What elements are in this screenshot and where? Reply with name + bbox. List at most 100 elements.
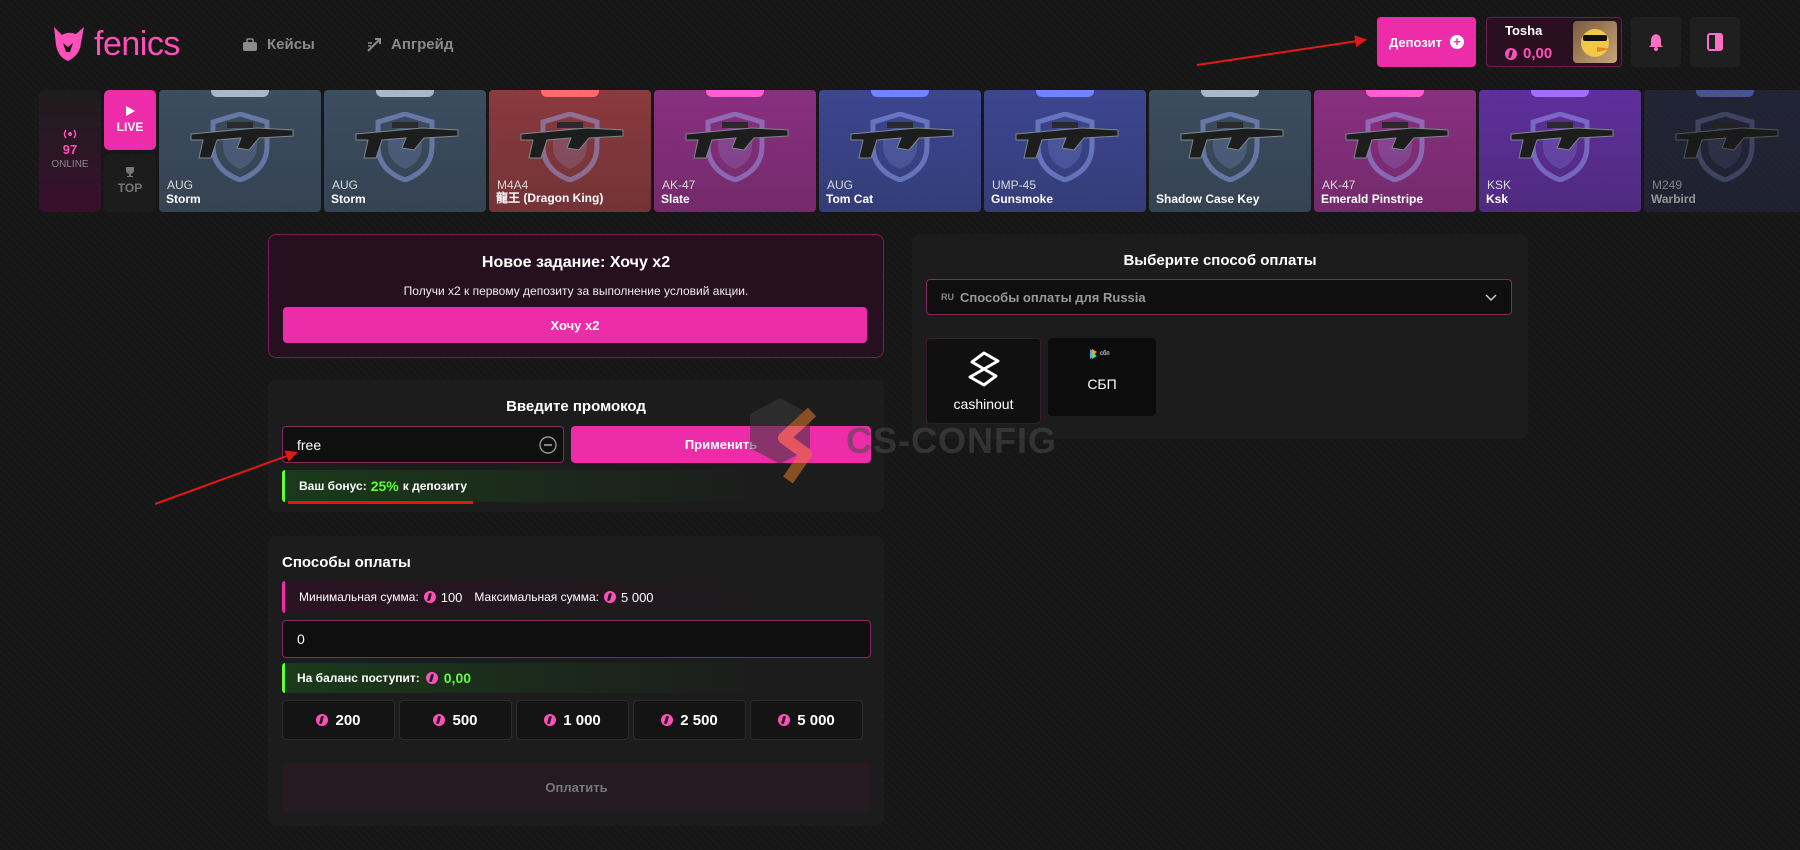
nav-upgrade[interactable]: Апгрейд bbox=[366, 36, 453, 53]
drop-skin: Emerald Pinstripe bbox=[1321, 192, 1424, 206]
quest-description: Получи x2 к первому депозиту за выполнен… bbox=[403, 284, 749, 298]
drop-weapon: AK-47 bbox=[1322, 178, 1356, 192]
nav-cases[interactable]: Кейсы bbox=[242, 36, 315, 53]
drop-skin: 龍王 (Dragon King) bbox=[496, 191, 604, 205]
drop-skin: Warbird bbox=[1651, 192, 1696, 206]
rarity-tab bbox=[376, 90, 434, 97]
rarity-tab bbox=[1696, 90, 1754, 97]
briefcase-icon bbox=[243, 37, 257, 51]
preset-button[interactable]: 500 bbox=[399, 700, 512, 740]
preset-button[interactable]: 1 000 bbox=[516, 700, 629, 740]
drop-card[interactable]: Shadow Case Key bbox=[1149, 90, 1311, 212]
top-label: TOP bbox=[117, 181, 143, 195]
user-balance-value: 0,00 bbox=[1523, 45, 1553, 62]
region-code: RU bbox=[941, 292, 954, 302]
chevron-down-icon bbox=[1485, 294, 1497, 302]
drop-card[interactable]: AK-47 Slate bbox=[654, 90, 816, 212]
amount-input-value: 0 bbox=[297, 631, 305, 647]
drop-card[interactable]: M4A4 龍王 (Dragon King) bbox=[489, 90, 651, 212]
rarity-tab bbox=[1201, 90, 1259, 97]
site-logo[interactable]: fenics bbox=[50, 24, 180, 64]
drop-skin: Tom Cat bbox=[826, 192, 874, 206]
nav-upgrade-label: Апгрейд bbox=[391, 36, 454, 53]
logout-button[interactable] bbox=[1690, 17, 1740, 67]
drop-skin: Storm bbox=[166, 192, 201, 206]
coin-icon bbox=[544, 714, 557, 726]
drop-weapon: AUG bbox=[167, 178, 194, 192]
clear-icon[interactable] bbox=[539, 436, 557, 454]
fox-logo-icon bbox=[54, 27, 84, 61]
rarity-tab bbox=[706, 90, 764, 97]
preset-button[interactable]: 2 500 bbox=[633, 700, 746, 740]
drop-card[interactable]: M249 Warbird bbox=[1644, 90, 1800, 212]
region-select[interactable]: RU Способы оплаты для Russia bbox=[926, 279, 1512, 315]
bonus-value: 25% bbox=[370, 478, 399, 494]
top-toggle[interactable]: TOP bbox=[104, 154, 156, 212]
method-sbp-label: СБП bbox=[1087, 376, 1117, 392]
quest-panel: Новое задание: Хочу x2 Получи x2 к перво… bbox=[268, 234, 884, 358]
svg-text:сбп: сбп bbox=[1100, 351, 1110, 357]
rarity-tab bbox=[541, 90, 599, 97]
drop-skin: Slate bbox=[661, 192, 690, 206]
watermark-logo-icon bbox=[750, 398, 817, 484]
drop-card[interactable]: AUG Tom Cat bbox=[819, 90, 981, 212]
preset-value: 1 000 bbox=[563, 711, 601, 729]
rarity-tab bbox=[211, 90, 269, 97]
online-count: 97 bbox=[62, 142, 78, 157]
bonus-prefix: Ваш бонус: bbox=[299, 479, 367, 493]
user-profile[interactable]: Tosha 0,00 bbox=[1486, 17, 1622, 67]
broadcast-icon bbox=[63, 129, 77, 139]
pay-button[interactable]: Оплатить bbox=[282, 762, 871, 812]
coin-icon bbox=[1505, 47, 1517, 60]
drop-skin: Storm bbox=[331, 192, 366, 206]
online-counter: 97 ONLINE bbox=[39, 90, 101, 212]
drop-weapon: UMP-45 bbox=[992, 178, 1037, 192]
rarity-tab bbox=[1036, 90, 1094, 97]
live-label: LIVE bbox=[116, 120, 144, 134]
preset-value: 200 bbox=[335, 711, 361, 729]
brand-name: fenics bbox=[94, 24, 180, 63]
rarity-tab bbox=[1366, 90, 1424, 97]
preset-button[interactable]: 200 bbox=[282, 700, 395, 740]
min-value: 100 bbox=[440, 589, 463, 605]
coin-icon bbox=[433, 714, 446, 726]
upgrade-icon bbox=[367, 37, 381, 52]
notifications-button[interactable] bbox=[1631, 17, 1681, 67]
preset-value: 5 000 bbox=[797, 711, 835, 729]
bell-icon bbox=[1649, 34, 1663, 51]
avatar bbox=[1573, 21, 1617, 63]
online-label: ONLINE bbox=[51, 159, 89, 170]
drop-card[interactable]: AUG Storm bbox=[159, 90, 321, 212]
amount-input[interactable]: 0 bbox=[282, 620, 871, 658]
region-label: Способы оплаты для Russia bbox=[960, 289, 1146, 305]
coin-icon bbox=[604, 591, 616, 603]
live-toggle[interactable]: LIVE bbox=[104, 90, 156, 150]
drop-skin: Shadow Case Key bbox=[1156, 192, 1260, 206]
bonus-suffix: к депозиту bbox=[402, 479, 467, 493]
drop-card[interactable]: UMP-45 Gunsmoke bbox=[984, 90, 1146, 212]
drop-card[interactable]: AUG Storm bbox=[324, 90, 486, 212]
preset-button[interactable]: 5 000 bbox=[750, 700, 863, 740]
coin-icon bbox=[778, 714, 791, 726]
deposit-button[interactable]: Депозит + bbox=[1377, 17, 1476, 67]
receive-label: На баланс поступит: bbox=[297, 671, 420, 685]
plus-icon: + bbox=[1450, 35, 1465, 49]
drop-weapon: AUG bbox=[827, 178, 854, 192]
promo-input[interactable]: free bbox=[282, 426, 564, 463]
drop-card[interactable]: AK-47 Emerald Pinstripe bbox=[1314, 90, 1476, 212]
sbp-logo-icon: сбп bbox=[1090, 349, 1110, 359]
annotation-arrow bbox=[1196, 38, 1366, 66]
method-sbp[interactable]: сбп СБП bbox=[1048, 338, 1156, 416]
drop-skin: Ksk bbox=[1486, 192, 1509, 206]
deposit-button-label: Депозит bbox=[1388, 34, 1443, 50]
drop-card[interactable]: KSK Ksk bbox=[1479, 90, 1641, 212]
logout-icon bbox=[1707, 33, 1723, 51]
min-label: Минимальная сумма: bbox=[299, 590, 419, 604]
promo-input-value: free bbox=[297, 436, 322, 453]
preset-value: 2 500 bbox=[680, 711, 718, 729]
user-balance: 0,00 bbox=[1505, 45, 1552, 62]
drop-weapon: AK-47 bbox=[662, 178, 696, 192]
quest-button[interactable]: Хочу x2 bbox=[283, 307, 867, 343]
preset-amounts: 200 500 1 000 2 500 5 000 bbox=[282, 700, 863, 740]
preset-value: 500 bbox=[452, 711, 478, 729]
